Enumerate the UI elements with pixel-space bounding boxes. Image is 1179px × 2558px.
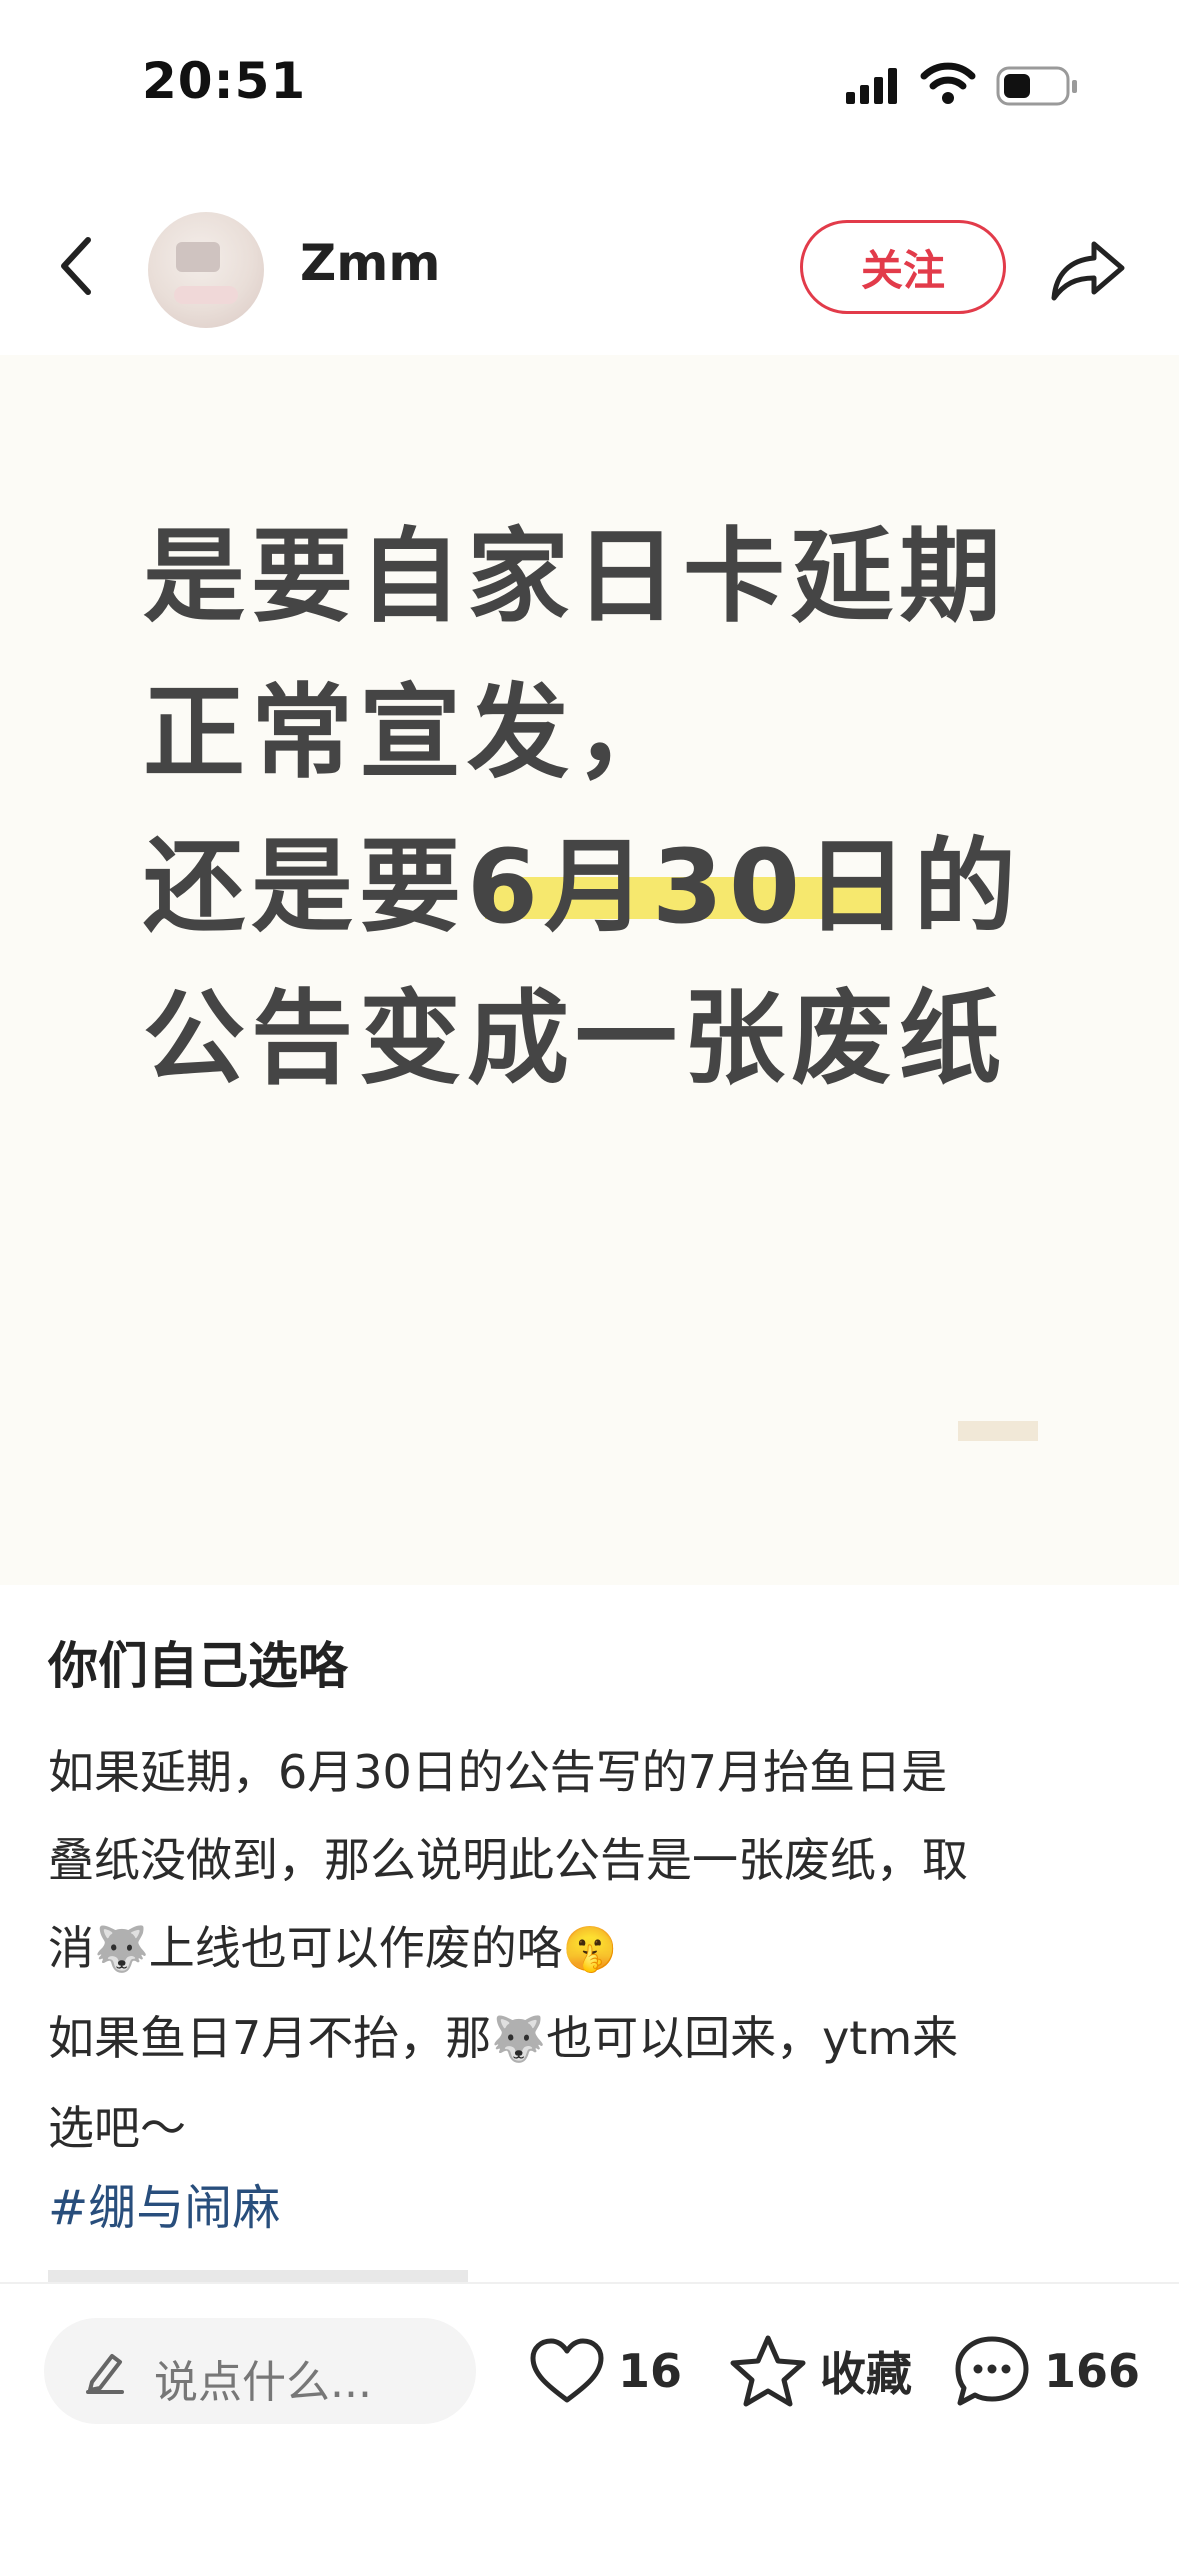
status-time: 20:51 — [142, 52, 307, 110]
post-text-line: 如果鱼日7月不抬，那🐺也可以回来，ytm来 — [48, 1994, 1138, 2084]
post-title: 你们自己选咯 — [48, 1637, 348, 1695]
post-image[interactable]: 是要自家日卡延期 正常宣发， 还是要6月30日的 公告变成一张废纸 — [0, 355, 1179, 1585]
cellular-signal-icon — [846, 68, 897, 104]
battery-icon — [996, 66, 1077, 106]
wifi-icon — [920, 62, 976, 104]
speech-bubble-icon — [955, 2336, 1029, 2406]
wolf-emoji-icon: 🐺 — [94, 1924, 149, 1975]
image-text-highlighted: 6月30日 — [467, 828, 914, 947]
image-text-line: 公告变成一张废纸 — [143, 980, 1007, 1099]
status-bar: 20:51 — [0, 0, 1179, 150]
favorite-label: 收藏 — [820, 2347, 912, 2401]
share-icon[interactable] — [1048, 230, 1128, 310]
image-text-line: 正常宣发， — [143, 674, 683, 793]
pen-icon — [86, 2354, 124, 2394]
author-username[interactable]: Zmm — [300, 234, 440, 292]
star-icon — [730, 2335, 806, 2407]
post-header: Zmm 关注 — [0, 190, 1179, 340]
shush-face-emoji-icon: 🤫 — [562, 1924, 618, 1975]
heart-icon — [530, 2338, 604, 2403]
comment-button[interactable]: 166 — [952, 2326, 1140, 2416]
image-watermark — [958, 1421, 1038, 1441]
favorite-button[interactable]: 收藏 — [728, 2326, 912, 2416]
post-text-segment: 消 — [48, 1921, 94, 1975]
image-text-segment: 的 — [913, 828, 1022, 947]
post-text-segment: 也可以回来，ytm来 — [546, 2011, 959, 2065]
avatar-image-detail — [174, 286, 238, 304]
wolf-emoji-icon: 🐺 — [491, 2014, 547, 2065]
back-icon[interactable] — [44, 226, 114, 306]
like-button[interactable]: 16 — [528, 2326, 682, 2416]
avatar-image-detail — [176, 242, 220, 272]
post-text-line: 消🐺上线也可以作废的咯🤫 — [48, 1904, 1138, 1994]
post-body: 如果延期，6月30日的公告写的7月抬鱼日是 叠纸没做到，那么说明此公告是一张废纸… — [48, 1728, 1138, 2172]
post-text-segment: 如果鱼日7月不抬，那 — [48, 2011, 492, 2065]
comment-input[interactable]: 说点什么... — [44, 2318, 476, 2424]
follow-button[interactable]: 关注 — [800, 220, 1006, 314]
comment-placeholder: 说点什么... — [154, 2357, 372, 2408]
comment-count: 166 — [1044, 2344, 1141, 2398]
post-text-segment: 上线也可以作废的咯 — [148, 1921, 563, 1975]
like-count: 16 — [618, 2344, 683, 2398]
image-text-line: 还是要6月30日的 — [143, 805, 1022, 952]
image-text-segment: 还是要 — [143, 828, 467, 947]
hashtag-link[interactable]: #绷与闹麻 — [48, 2168, 280, 2238]
author-avatar[interactable] — [148, 212, 264, 328]
bottom-action-bar: 说点什么... 16 收藏 166 — [0, 2282, 1179, 2558]
post-text-line: 选吧～ — [48, 2101, 186, 2155]
post-text-line: 叠纸没做到，那么说明此公告是一张废纸，取 — [48, 1833, 968, 1887]
image-text-line: 是要自家日卡延期 — [143, 518, 1007, 637]
post-text-line: 如果延期，6月30日的公告写的7月抬鱼日是 — [48, 1745, 948, 1799]
